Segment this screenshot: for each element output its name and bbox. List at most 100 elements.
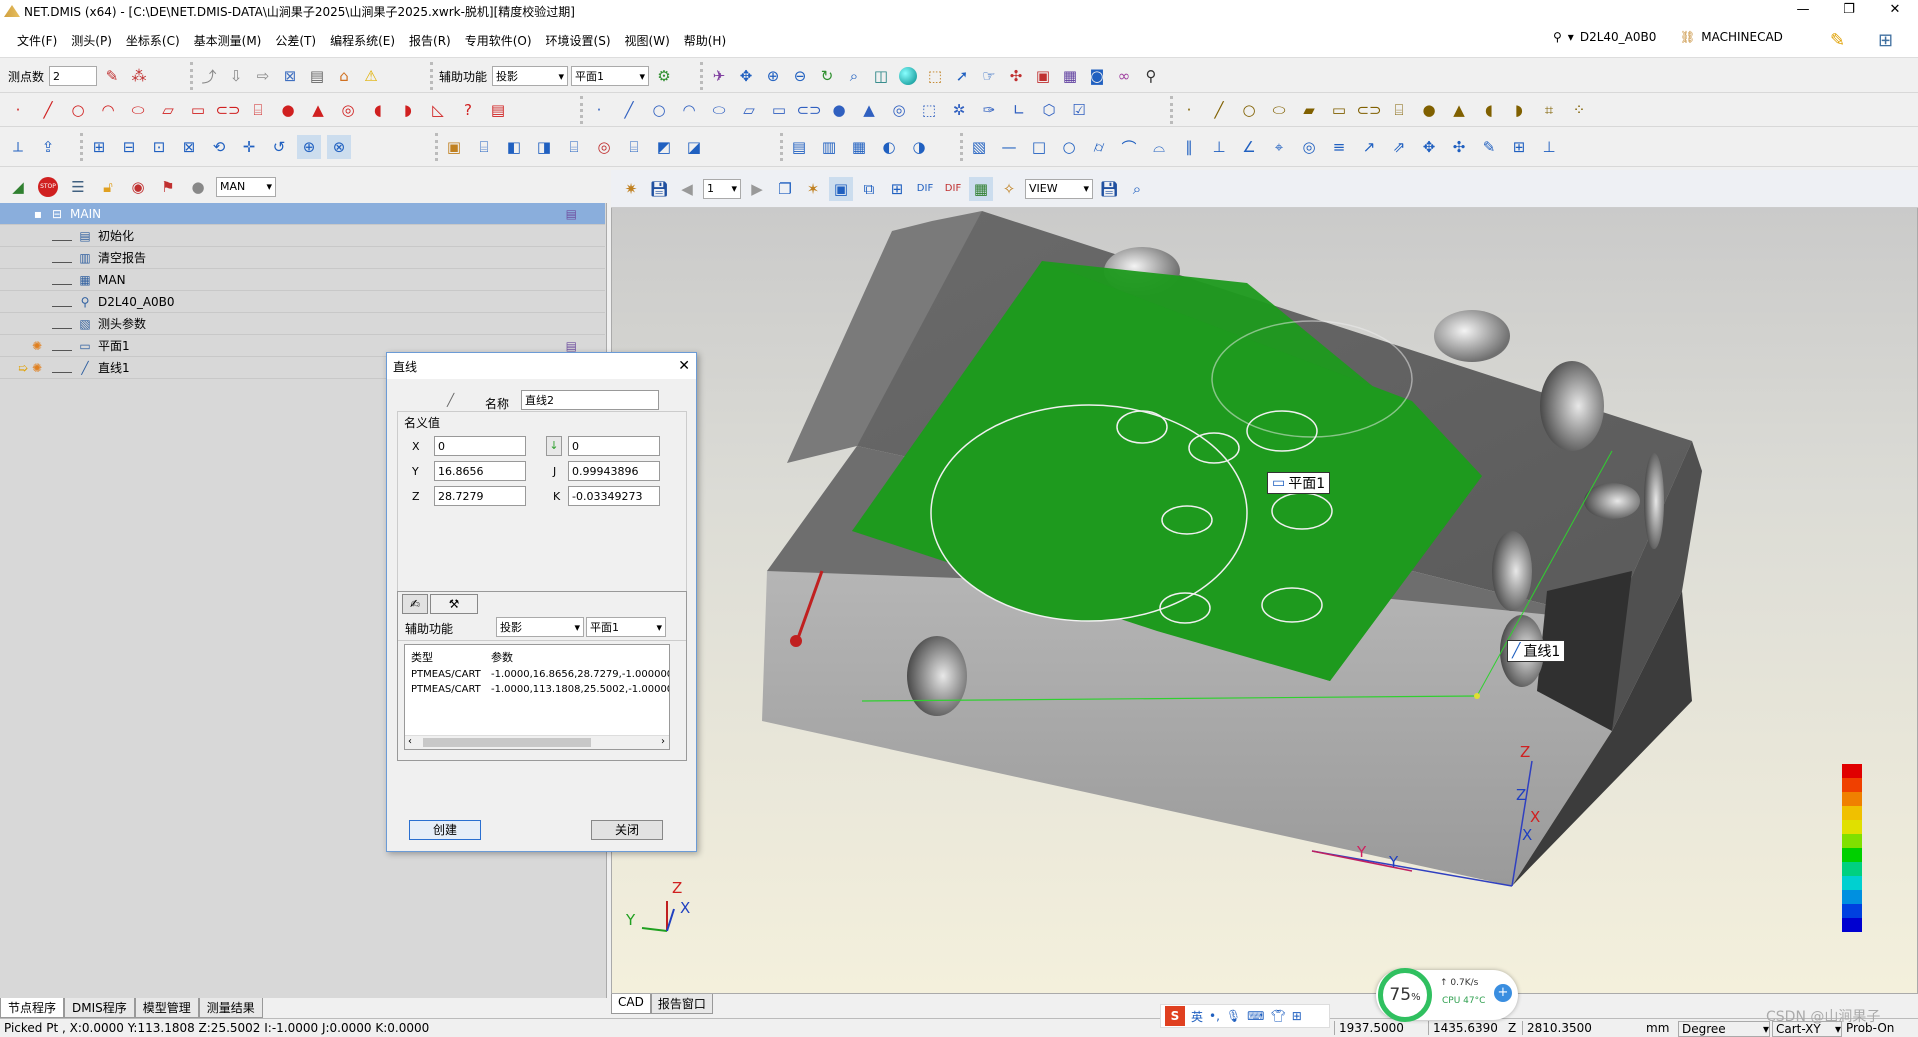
tol-position-icon[interactable]: ⌖ [1267,135,1291,159]
menu-item-7[interactable]: 专用软件(O) [458,32,539,50]
dif-icon[interactable]: DIF [913,177,937,201]
recall-icon[interactable]: ↺ [267,135,291,159]
best-fit-icon[interactable]: ⊠ [177,135,201,159]
torus-icon[interactable]: ◎ [336,98,360,122]
tol-runout-icon[interactable]: ↗ [1357,135,1381,159]
probe-tool-icon[interactable]: ✈ [707,64,731,88]
left-tab-3[interactable]: 测量结果 [198,998,263,1018]
grid-menu-icon[interactable]: ⊞ [1292,1009,1302,1023]
menu-item-6[interactable]: 报告(R) [402,32,458,50]
feat-dots-icon[interactable]: ⁘ [1567,98,1591,122]
tree-row[interactable]: ⚲ D2L40_A0B0 [0,291,605,313]
angle-unit-select[interactable]: Degree ▾ [1678,1021,1770,1037]
menu-item-8[interactable]: 环境设置(S) [539,32,618,50]
pencil-icon[interactable]: ✎ [1830,30,1845,51]
cad-point-icon[interactable]: · [587,98,611,122]
i-input[interactable] [568,436,660,456]
tol-output-icon[interactable]: ⊥ [1537,135,1561,159]
capture-icon[interactable]: ⧉ [857,177,881,201]
cad-rect-icon[interactable]: ▭ [767,98,791,122]
surface-icon[interactable]: ◖ [366,98,390,122]
points-count-input[interactable]: 2 [49,66,98,86]
zoom-in-icon[interactable]: ⊕ [761,64,785,88]
window-icon[interactable]: ▣ [1031,64,1055,88]
tree-row[interactable]: ▤ 初始化 [0,225,605,247]
line-icon[interactable]: ╱ [36,98,60,122]
save-viewset-icon[interactable]: 💾︎ [1097,177,1121,201]
tol-concentric-icon[interactable]: ◎ [1297,135,1321,159]
tol-report-icon[interactable]: ▤ [787,135,811,159]
feat-rect-icon[interactable]: ▭ [1327,98,1351,122]
feat-cylinder-icon[interactable]: ⌸ [1387,98,1411,122]
feat-plane-icon[interactable]: ▰ [1297,98,1321,122]
curve-icon[interactable]: ◗ [396,98,420,122]
edge-icon[interactable]: ◺ [426,98,450,122]
translate-icon[interactable]: ✛ [237,135,261,159]
tol-total-runout-icon[interactable]: ⇗ [1387,135,1411,159]
probe-down-icon[interactable]: ⇩ [224,64,248,88]
mic-icon[interactable]: 🎙︎ [1226,1009,1241,1023]
punct-icon[interactable]: •, [1209,1009,1220,1023]
tol-profile-surf-icon[interactable]: ⌓ [1147,135,1171,159]
cylinder-icon[interactable]: ⌸ [246,98,270,122]
coord-active2-icon[interactable]: ⊗ [327,135,351,159]
point-icon[interactable]: · [6,98,30,122]
rotate-coord-icon[interactable]: ⟲ [207,135,231,159]
cad-round-slot-icon[interactable]: ⊂⊃ [796,98,821,122]
tol-table-icon[interactable]: ⊞ [1507,135,1531,159]
magnifier-icon[interactable]: ⌕ [842,64,866,88]
list-icon[interactable]: ☰ [66,175,90,199]
ellipse-icon[interactable]: ⬭ [126,98,150,122]
breakpoint-icon[interactable]: ✺ [32,361,42,375]
rps-icon[interactable]: ⊡ [147,135,171,159]
tol-straightness-icon[interactable]: ▧ [967,135,991,159]
grid-view-icon[interactable]: ⊞ [885,177,909,201]
cad-auto-icon[interactable]: ✲ [947,98,971,122]
feat-sphere-icon[interactable]: ● [1417,98,1441,122]
tab-probe-icon[interactable]: ✍ [402,594,428,614]
skin-icon[interactable]: 👕︎ [1270,1009,1285,1023]
plane-select[interactable]: 平面1 ▾ [571,66,650,86]
feat-circle-icon[interactable]: ○ [1237,98,1261,122]
save-view-icon[interactable]: 💾︎ [647,177,671,201]
menu-item-2[interactable]: 坐标系(C) [119,32,187,50]
breakpoint-icon[interactable]: ✺ [32,339,42,353]
probe-config-icon[interactable]: ⚲ [1139,64,1163,88]
program-icon[interactable]: ◢ [6,175,30,199]
xyz-icon[interactable]: ⊠ [278,64,302,88]
feat-slot-icon[interactable]: ⊂⊃ [1356,98,1381,122]
left-tab-2[interactable]: 模型管理 [134,998,199,1018]
arrow-right-icon[interactable]: ⇨ [251,64,275,88]
point-row[interactable]: PTMEAS/CART -1.0000,16.8656,28.7279,-1.00… [411,669,669,680]
feat-cone-icon[interactable]: ▲ [1447,98,1471,122]
panel-icon[interactable]: ▦ [1058,64,1082,88]
sogou-icon[interactable]: S [1165,1006,1185,1026]
stop-icon[interactable]: STOP [36,175,60,199]
tol-edit-icon[interactable]: ✎ [1477,135,1501,159]
tol-d-icon[interactable]: ◑ [907,135,931,159]
menu-item-10[interactable]: 帮助(H) [677,32,733,50]
rectangle-icon[interactable]: ▭ [186,98,210,122]
menu-item-4[interactable]: 公差(T) [268,32,323,50]
cad-viewport[interactable]: ▭ 平面1 ╱ 直线1 Z X Y Z Z X X Y Y [611,170,1918,994]
camera-icon[interactable]: ◙ [1085,64,1109,88]
construct-c-icon[interactable]: ⌸ [562,135,586,159]
search-icon[interactable]: ⌕ [1125,177,1149,201]
horizontal-scrollbar[interactable]: ‹ › [405,735,669,749]
cube-icon[interactable]: ◫ [869,64,893,88]
menu-item-1[interactable]: 测头(P) [64,32,119,50]
tree-row[interactable]: ▧ 测头参数 [0,313,605,335]
construct-cyl-icon[interactable]: ⌸ [472,135,496,159]
feat-grid-icon[interactable]: ⌗ [1537,98,1561,122]
plane1-label[interactable]: ▭ 平面1 [1267,472,1331,494]
cad-pick-icon[interactable]: ⬚ [917,98,941,122]
mode-select[interactable]: MAN ▾ [216,176,276,197]
menu-item-3[interactable]: 基本测量(M) [187,32,269,50]
feat-curve-icon[interactable]: ◗ [1507,98,1531,122]
j-input[interactable] [568,461,660,481]
cad-poly-icon[interactable]: ⬡ [1037,98,1061,122]
tree-structure-icon[interactable]: ⊞ [1878,30,1893,51]
line1-label[interactable]: ╱ 直线1 [1507,640,1566,662]
feat-point-icon[interactable]: · [1177,98,1201,122]
right-tab-1[interactable]: 报告窗口 [650,994,713,1014]
